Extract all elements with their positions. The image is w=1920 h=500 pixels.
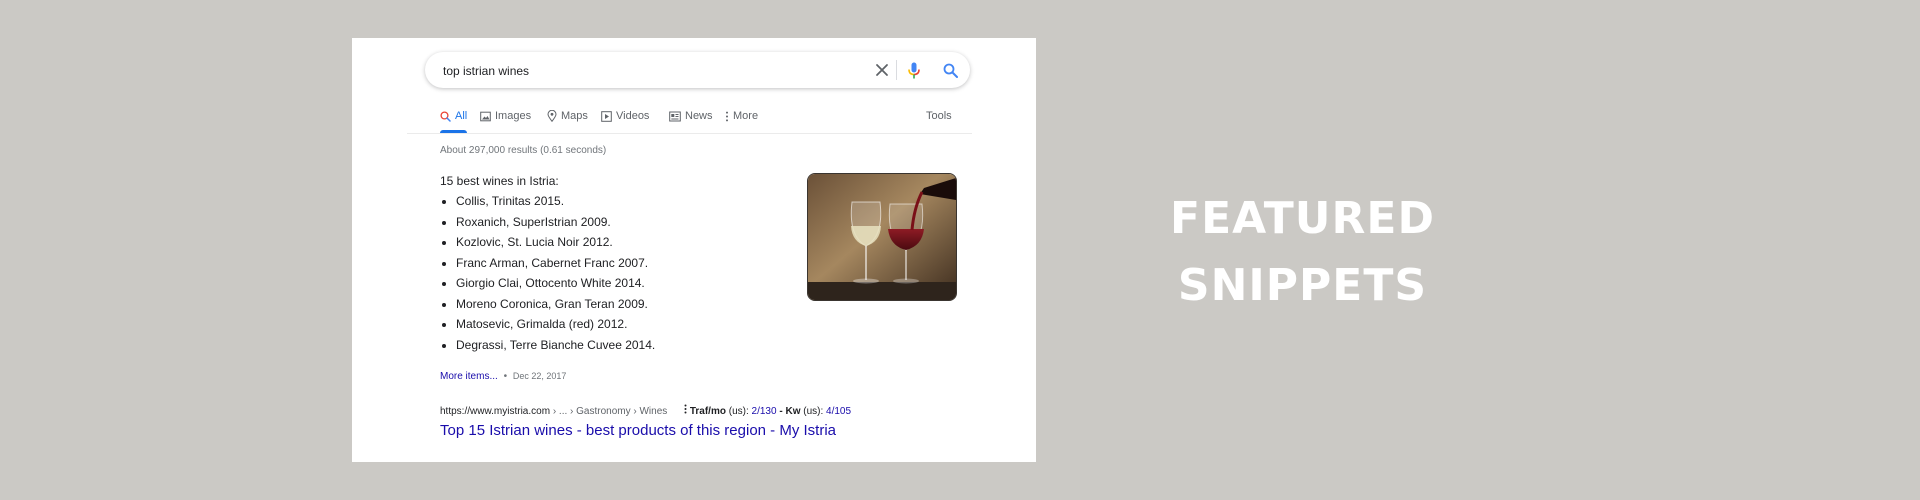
tools-button[interactable]: Tools [926,101,952,131]
seo-dash: - [779,406,783,417]
tab-videos[interactable]: Videos [601,101,649,131]
search-divider [896,60,897,80]
tab-label: News [685,110,713,122]
breadcrumb: › ... › Gastronomy › Wines [552,406,668,417]
video-icon [601,110,612,122]
tab-more[interactable]: More [725,101,758,131]
list-item: Matosevic, Grimalda (red) 2012. [456,314,655,335]
heading-line-2: SNIPPETS [1177,260,1428,311]
result-url[interactable]: https://www.myistria.com [440,406,550,417]
result-title-link[interactable]: Top 15 Istrian wines - best products of … [440,422,836,439]
more-items-link[interactable]: More items... [440,371,498,382]
result-url-line: https://www.myistria.com › ... › Gastron… [440,404,851,417]
seo-metrics: Traf/mo (us): 2/130 - Kw (us): 4/105 [684,404,851,417]
list-item: Roxanich, SuperIstrian 2009. [456,212,655,233]
search-box [425,52,970,88]
tab-maps[interactable]: Maps [547,101,588,131]
more-vert-icon [725,111,729,122]
list-item: Moreno Coronica, Gran Teran 2009. [456,294,655,315]
keyword-value[interactable]: 4/105 [826,406,851,417]
tab-label: More [733,110,759,122]
featured-snippets-heading: FEATURED SNIPPETS [1150,185,1455,319]
image-icon [480,111,491,122]
tab-all[interactable]: All [440,101,468,133]
snippet-footer: More items... • Dec 22, 2017 [440,371,566,382]
list-item: Collis, Trinitas 2015. [456,191,655,212]
traffic-value[interactable]: 2/130 [752,406,777,417]
tab-label: All [455,110,468,122]
heading-line-1: FEATURED [1170,193,1435,244]
snippet-title: 15 best wines in Istria: [440,174,559,188]
tab-images[interactable]: Images [480,101,531,131]
map-pin-icon [547,110,557,122]
search-icon [440,110,451,122]
search-icon[interactable] [941,61,959,79]
search-input[interactable] [441,60,845,82]
traffic-region: (us): [728,406,749,417]
separator: • [503,371,508,382]
search-tabs: All Images Maps Videos News More Tools [407,101,972,134]
search-results-panel: All Images Maps Videos News [352,38,1036,462]
tab-label: Maps [561,110,588,122]
tools-label: Tools [926,110,952,122]
tab-news[interactable]: News [669,101,713,131]
keyword-label: Kw [785,406,801,417]
list-item: Degrassi, Terre Bianche Cuvee 2014. [456,335,655,356]
close-icon[interactable] [873,61,891,79]
snippet-list: Collis, Trinitas 2015. Roxanich, SuperIs… [440,191,655,355]
snippet-image[interactable] [807,173,957,301]
tab-label: Videos [616,110,650,122]
microphone-icon[interactable] [905,61,923,79]
list-item: Kozlovic, St. Lucia Noir 2012. [456,232,655,253]
snippet-date: Dec 22, 2017 [512,371,567,381]
news-icon [669,111,681,122]
traffic-label: Traf/mo [689,406,726,417]
tab-label: Images [495,110,532,122]
keyword-region: (us): [803,406,824,417]
result-stats: About 297,000 results (0.61 seconds) [440,145,607,156]
list-item: Franc Arman, Cabernet Franc 2007. [456,253,655,274]
list-item: Giorgio Clai, Ottocento White 2014. [456,273,655,294]
